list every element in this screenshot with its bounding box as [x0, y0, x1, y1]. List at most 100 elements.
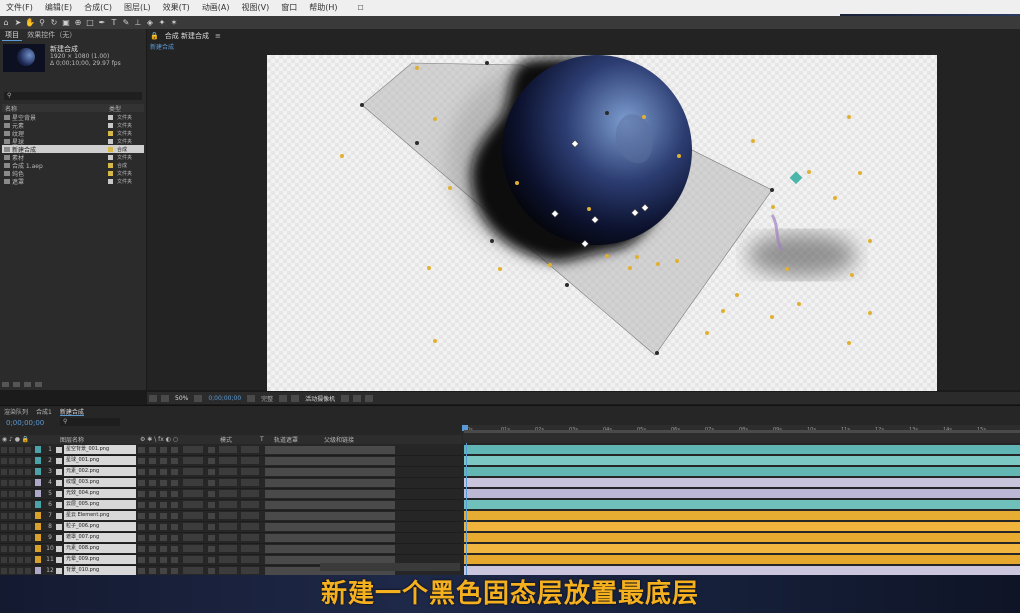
collapse-switch[interactable]: [149, 468, 156, 475]
layer-duration-bar[interactable]: [464, 467, 1020, 476]
trkmat-t-checkbox[interactable]: [208, 457, 215, 464]
layer-name[interactable]: 遮罩_007.png: [64, 533, 136, 542]
fx-switch[interactable]: [171, 556, 178, 563]
menu-icon[interactable]: ≡: [215, 32, 221, 40]
solo-icon[interactable]: [17, 446, 23, 453]
project-item[interactable]: 遮罩 文件夹: [2, 177, 144, 186]
fx-switch[interactable]: [171, 534, 178, 541]
lock-icon[interactable]: [25, 479, 31, 486]
tab-render-queue[interactable]: 渲染队列: [4, 407, 28, 416]
audio-icon[interactable]: [9, 523, 15, 530]
visibility-eye-icon[interactable]: [1, 446, 7, 453]
breadcrumb-comp[interactable]: 新建合成: [150, 42, 174, 51]
parent-select[interactable]: [241, 468, 259, 475]
solo-icon[interactable]: [17, 490, 23, 497]
blend-mode-select[interactable]: [183, 457, 203, 464]
layer-name[interactable]: 云层_005.png: [64, 500, 136, 509]
pen-tool-icon[interactable]: ✒: [97, 18, 107, 27]
quality-switch[interactable]: [160, 534, 167, 541]
layer-name[interactable]: 星云 Element.png: [64, 511, 136, 520]
menu-item-5[interactable]: 动画(A): [196, 0, 236, 16]
visibility-eye-icon[interactable]: [1, 501, 7, 508]
menu-item-8[interactable]: 帮助(H): [303, 0, 343, 16]
visibility-eye-icon[interactable]: [1, 468, 7, 475]
collapse-switch[interactable]: [149, 556, 156, 563]
layer-name[interactable]: 元素_002.png: [64, 467, 136, 476]
fx-switch[interactable]: [171, 545, 178, 552]
shy-switch[interactable]: [138, 567, 145, 574]
visibility-eye-icon[interactable]: [1, 567, 7, 574]
quality-switch[interactable]: [160, 490, 167, 497]
layer-duration-bar[interactable]: [464, 544, 1020, 553]
interpret-footage-icon[interactable]: [2, 382, 9, 387]
track-matte-select[interactable]: [219, 501, 237, 508]
layer-search-input[interactable]: ⚲: [60, 418, 120, 426]
parent-select[interactable]: [241, 523, 259, 530]
collapse-switch[interactable]: [149, 545, 156, 552]
shy-switch[interactable]: [138, 457, 145, 464]
shy-switch[interactable]: [138, 545, 145, 552]
layer-duration-bar[interactable]: [464, 566, 1020, 575]
new-folder-icon[interactable]: [13, 382, 20, 387]
audio-icon[interactable]: [9, 545, 15, 552]
label-color[interactable]: [35, 545, 41, 552]
quality-switch[interactable]: [160, 512, 167, 519]
trkmat-t-checkbox[interactable]: [208, 512, 215, 519]
blend-mode-select[interactable]: [183, 556, 203, 563]
layer-name[interactable]: 粒子_006.png: [64, 522, 136, 531]
solo-icon[interactable]: [17, 534, 23, 541]
trkmat-t-checkbox[interactable]: [208, 567, 215, 574]
audio-icon[interactable]: [9, 446, 15, 453]
parent-select[interactable]: [241, 479, 259, 486]
blend-mode-select[interactable]: [183, 490, 203, 497]
parent-select[interactable]: [241, 512, 259, 519]
label-color[interactable]: [35, 457, 41, 464]
shy-switch[interactable]: [138, 501, 145, 508]
trkmat-t-checkbox[interactable]: [208, 468, 215, 475]
selection-tool-icon[interactable]: ➤: [13, 18, 23, 27]
solo-icon[interactable]: [17, 479, 23, 486]
lock-icon[interactable]: [25, 457, 31, 464]
trkmat-t-header[interactable]: T: [260, 436, 274, 443]
trkmat-t-checkbox[interactable]: [208, 446, 215, 453]
label-color[interactable]: [35, 556, 41, 563]
quality-switch[interactable]: [160, 457, 167, 464]
track-matte-select[interactable]: [219, 512, 237, 519]
shy-switch[interactable]: [138, 556, 145, 563]
fx-switch[interactable]: [171, 446, 178, 453]
audio-icon[interactable]: [9, 512, 15, 519]
parent-select[interactable]: [241, 501, 259, 508]
label-color[interactable]: [35, 512, 41, 519]
solo-icon[interactable]: [17, 501, 23, 508]
quality-switch[interactable]: [160, 556, 167, 563]
camera-tool-icon[interactable]: ▣: [61, 18, 71, 27]
lock-icon[interactable]: [25, 501, 31, 508]
collapse-switch[interactable]: [149, 457, 156, 464]
camera-select[interactable]: 活动摄像机: [305, 394, 335, 403]
timeline-scrollbar[interactable]: [320, 563, 460, 571]
parent-select[interactable]: [241, 556, 259, 563]
quality-switch[interactable]: [160, 545, 167, 552]
menu-item-0[interactable]: 文件(F): [0, 0, 39, 16]
lock-icon[interactable]: [25, 545, 31, 552]
trkmat-t-checkbox[interactable]: [208, 545, 215, 552]
view-layout-icon[interactable]: [341, 394, 350, 402]
clone-tool-icon[interactable]: ⊥: [133, 18, 143, 27]
resolution-select[interactable]: 完整: [261, 394, 273, 403]
trkmat-t-checkbox[interactable]: [208, 490, 215, 497]
blend-mode-select[interactable]: [183, 534, 203, 541]
trkmat-t-checkbox[interactable]: [208, 479, 215, 486]
label-color[interactable]: [35, 479, 41, 486]
menu-item-4[interactable]: 效果(T): [157, 0, 196, 16]
solo-icon[interactable]: [17, 457, 23, 464]
visibility-eye-icon[interactable]: [1, 534, 7, 541]
layer-duration-bar[interactable]: [464, 500, 1020, 509]
parent-select[interactable]: [241, 534, 259, 541]
blend-mode-select[interactable]: [183, 512, 203, 519]
label-color[interactable]: [35, 490, 41, 497]
lock-icon[interactable]: [25, 512, 31, 519]
shy-switch[interactable]: [138, 512, 145, 519]
blend-mode-select[interactable]: [183, 479, 203, 486]
camera-snapshot-icon[interactable]: [247, 394, 256, 402]
collapse-switch[interactable]: [149, 567, 156, 574]
